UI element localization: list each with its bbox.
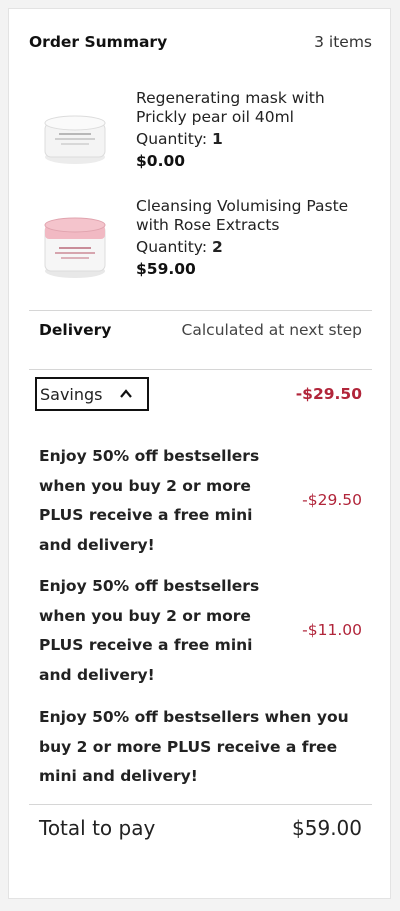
delivery-row: Delivery Calculated at next step [39, 321, 362, 339]
cart-item: Regenerating mask with Prickly pear oil … [29, 89, 372, 199]
promo-amount: -$11.00 [302, 621, 362, 639]
white-jar-product-image [44, 115, 106, 164]
delivery-value: Calculated at next step [181, 321, 362, 339]
promo-description: Enjoy 50% off bestsellers when you buy 2… [39, 577, 260, 684]
product-image [29, 197, 121, 289]
pink-jar-product-image [44, 217, 106, 278]
savings-label: Savings [40, 384, 103, 404]
promo-description: Enjoy 50% off bestsellers when you buy 2… [39, 447, 260, 554]
divider [29, 369, 372, 370]
chevron-up-icon [119, 389, 132, 398]
product-name: Regenerating mask with Prickly pear oil … [136, 89, 325, 126]
quantity-label: Quantity: [136, 238, 208, 256]
savings-toggle-button[interactable]: Savings [35, 377, 149, 411]
cart-item: Cleansing Volumising Paste with Rose Ext… [29, 197, 372, 307]
total-value: $59.00 [292, 816, 362, 840]
product-image [29, 89, 121, 181]
divider [29, 804, 372, 805]
total-label: Total to pay [39, 816, 156, 840]
product-quantity: Quantity: 1 [136, 130, 372, 148]
total-row: Total to pay $59.00 [39, 816, 362, 840]
product-price: $0.00 [136, 152, 186, 170]
order-summary-title: Order Summary [29, 33, 168, 51]
product-price: $59.00 [136, 260, 196, 278]
order-summary-header: Order Summary 3 items [29, 33, 372, 51]
quantity-value: 2 [212, 238, 223, 256]
product-quantity: Quantity: 2 [136, 238, 372, 256]
item-count: 3 items [314, 33, 372, 51]
promo-description: Enjoy 50% off bestsellers when you buy 2… [39, 708, 349, 785]
savings-total: -$29.50 [295, 385, 362, 403]
divider [29, 310, 372, 311]
product-name: Cleansing Volumising Paste with Rose Ext… [136, 197, 349, 234]
quantity-label: Quantity: [136, 130, 208, 148]
delivery-label: Delivery [39, 321, 112, 339]
quantity-value: 1 [212, 130, 223, 148]
promo-amount: -$29.50 [302, 491, 362, 509]
